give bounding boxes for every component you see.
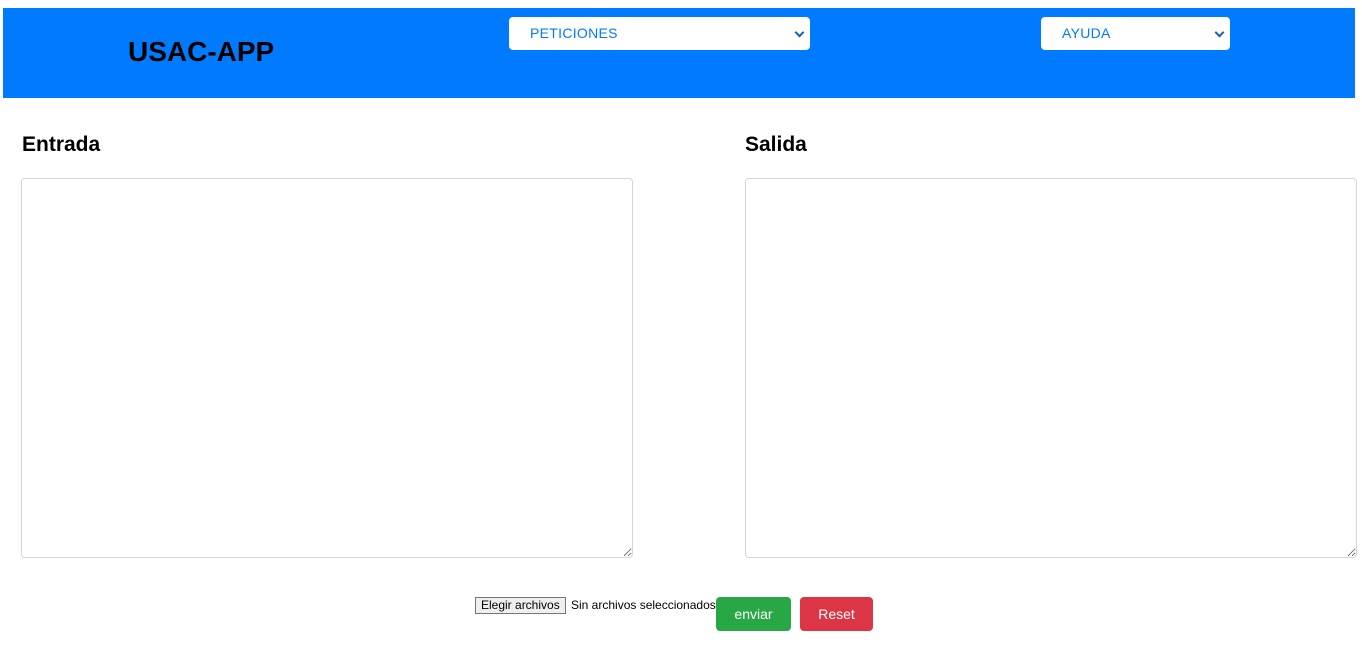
file-status-text: Sin archivos seleccionados (571, 598, 716, 612)
header-bar: USAC-APP PETICIONES AYUDA (3, 8, 1355, 98)
peticiones-select-label: PETICIONES (530, 25, 618, 41)
salida-title: Salida (745, 133, 807, 156)
entrada-title: Entrada (22, 133, 101, 156)
peticiones-select[interactable]: PETICIONES (509, 17, 810, 50)
app-title: USAC-APP (128, 36, 275, 67)
reset-button[interactable]: Reset (800, 597, 873, 631)
choose-file-button[interactable]: Elegir archivos (475, 597, 566, 614)
salida-textarea[interactable] (745, 178, 1357, 558)
enviar-button[interactable]: enviar (716, 597, 791, 631)
ayuda-select-label: AYUDA (1062, 25, 1111, 41)
chevron-down-icon (1214, 27, 1225, 38)
ayuda-select[interactable]: AYUDA (1041, 17, 1230, 50)
entrada-textarea[interactable] (21, 178, 633, 558)
chevron-down-icon (794, 27, 805, 38)
